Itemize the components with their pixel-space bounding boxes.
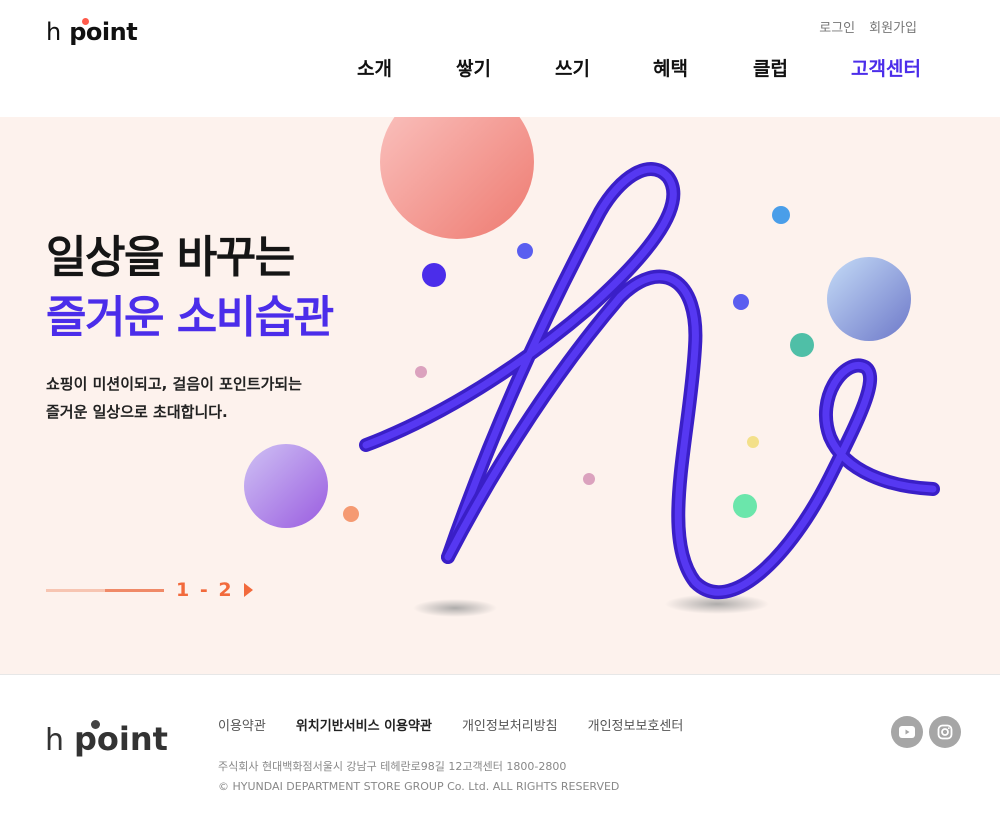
nav-item-club[interactable]: 클럽 bbox=[753, 54, 788, 81]
privacy-policy-link[interactable]: 개인정보처리방침 bbox=[462, 715, 558, 734]
main-nav: 소개 쌓기 쓰기 혜택 클럽 고객센터 bbox=[0, 54, 1000, 80]
terms-link[interactable]: 이용약관 bbox=[218, 715, 266, 734]
nav-item-customer-center[interactable]: 고객센터 bbox=[851, 54, 921, 81]
site-footer: h point 이용약관 위치기반서비스 이용약관 개인정보처리방침 개인정보보… bbox=[0, 674, 1000, 836]
dot-shape bbox=[790, 333, 814, 357]
instagram-button[interactable] bbox=[929, 716, 961, 748]
dot-shape bbox=[733, 294, 749, 310]
next-arrow-icon[interactable] bbox=[243, 583, 253, 597]
dot-shape bbox=[517, 243, 533, 259]
pager-progress-fill bbox=[105, 588, 164, 592]
nav-item-intro[interactable]: 소개 bbox=[357, 54, 392, 81]
pager-progress-track bbox=[46, 588, 164, 592]
dot-shape bbox=[422, 263, 446, 287]
utility-menu: 로그인 회원가입 bbox=[819, 17, 917, 36]
blue-sphere-shape bbox=[827, 257, 911, 341]
logo-point-label: point bbox=[69, 18, 138, 46]
dot-shape bbox=[583, 473, 595, 485]
logo-point-text: point bbox=[69, 18, 138, 46]
nav-item-earn[interactable]: 쌓기 bbox=[456, 54, 491, 81]
footer-logo-point-label: point bbox=[74, 720, 168, 758]
dot-shape bbox=[733, 494, 757, 518]
footer-links: 이용약관 위치기반서비스 이용약관 개인정보처리방침 개인정보보호센터 bbox=[218, 715, 683, 734]
dot-shape bbox=[747, 436, 759, 448]
pager-count: 1 - 2 bbox=[176, 579, 234, 601]
dot-shape bbox=[772, 206, 790, 224]
hero-title-line1: 일상을 바꾸는 bbox=[46, 232, 295, 283]
nav-item-use[interactable]: 쓰기 bbox=[555, 54, 590, 81]
privacy-center-link[interactable]: 개인정보보호센터 bbox=[588, 715, 684, 734]
location-terms-link[interactable]: 위치기반서비스 이용약관 bbox=[296, 715, 432, 734]
hero-description: 쇼핑이 미션이되고, 걸음이 포인트가되는 즐거운 일상으로 초대합니다. bbox=[46, 370, 302, 426]
instagram-icon bbox=[937, 724, 953, 740]
login-link[interactable]: 로그인 bbox=[819, 17, 855, 36]
signup-link[interactable]: 회원가입 bbox=[869, 17, 917, 36]
hero-desc-line1: 쇼핑이 미션이되고, 걸음이 포인트가되는 bbox=[46, 375, 302, 393]
hero-title-line2: 즐거운 소비습관 bbox=[46, 292, 334, 343]
pink-sphere-shape bbox=[380, 117, 534, 239]
logo-h-text: h bbox=[46, 18, 62, 46]
copyright-text: © HYUNDAI DEPARTMENT STORE GROUP Co. Ltd… bbox=[218, 780, 620, 793]
site-header: h point 로그인 회원가입 소개 쌓기 쓰기 혜택 클럽 고객센터 bbox=[0, 0, 1000, 117]
social-links bbox=[891, 716, 961, 748]
nav-item-benefits[interactable]: 혜택 bbox=[653, 54, 688, 81]
company-info: 주식회사 현대백화점서울시 강남구 테헤란로98길 12고객센터 1800-28… bbox=[218, 757, 619, 797]
slide-pager: 1 - 2 bbox=[46, 579, 253, 601]
footer-logo-point-text: point bbox=[74, 720, 168, 758]
hero-banner: 일상을 바꾸는 즐거운 소비습관 쇼핑이 미션이되고, 걸음이 포인트가되는 즐… bbox=[0, 117, 1000, 674]
dot-shape bbox=[343, 506, 359, 522]
footer-logo-dot-icon bbox=[91, 720, 101, 729]
company-address: 주식회사 현대백화점서울시 강남구 테헤란로98길 12고객센터 1800-28… bbox=[218, 760, 567, 773]
ribbon-shadow-shape bbox=[413, 599, 497, 617]
footer-logo-h-text: h bbox=[45, 723, 65, 758]
dot-shape bbox=[415, 366, 427, 378]
purple-sphere-shape bbox=[244, 444, 328, 528]
logo[interactable]: h point bbox=[46, 18, 138, 46]
footer-logo[interactable]: h point bbox=[45, 720, 168, 758]
hero-desc-line2: 즐거운 일상으로 초대합니다. bbox=[46, 403, 228, 421]
youtube-button[interactable] bbox=[891, 716, 923, 748]
youtube-icon bbox=[899, 726, 915, 738]
